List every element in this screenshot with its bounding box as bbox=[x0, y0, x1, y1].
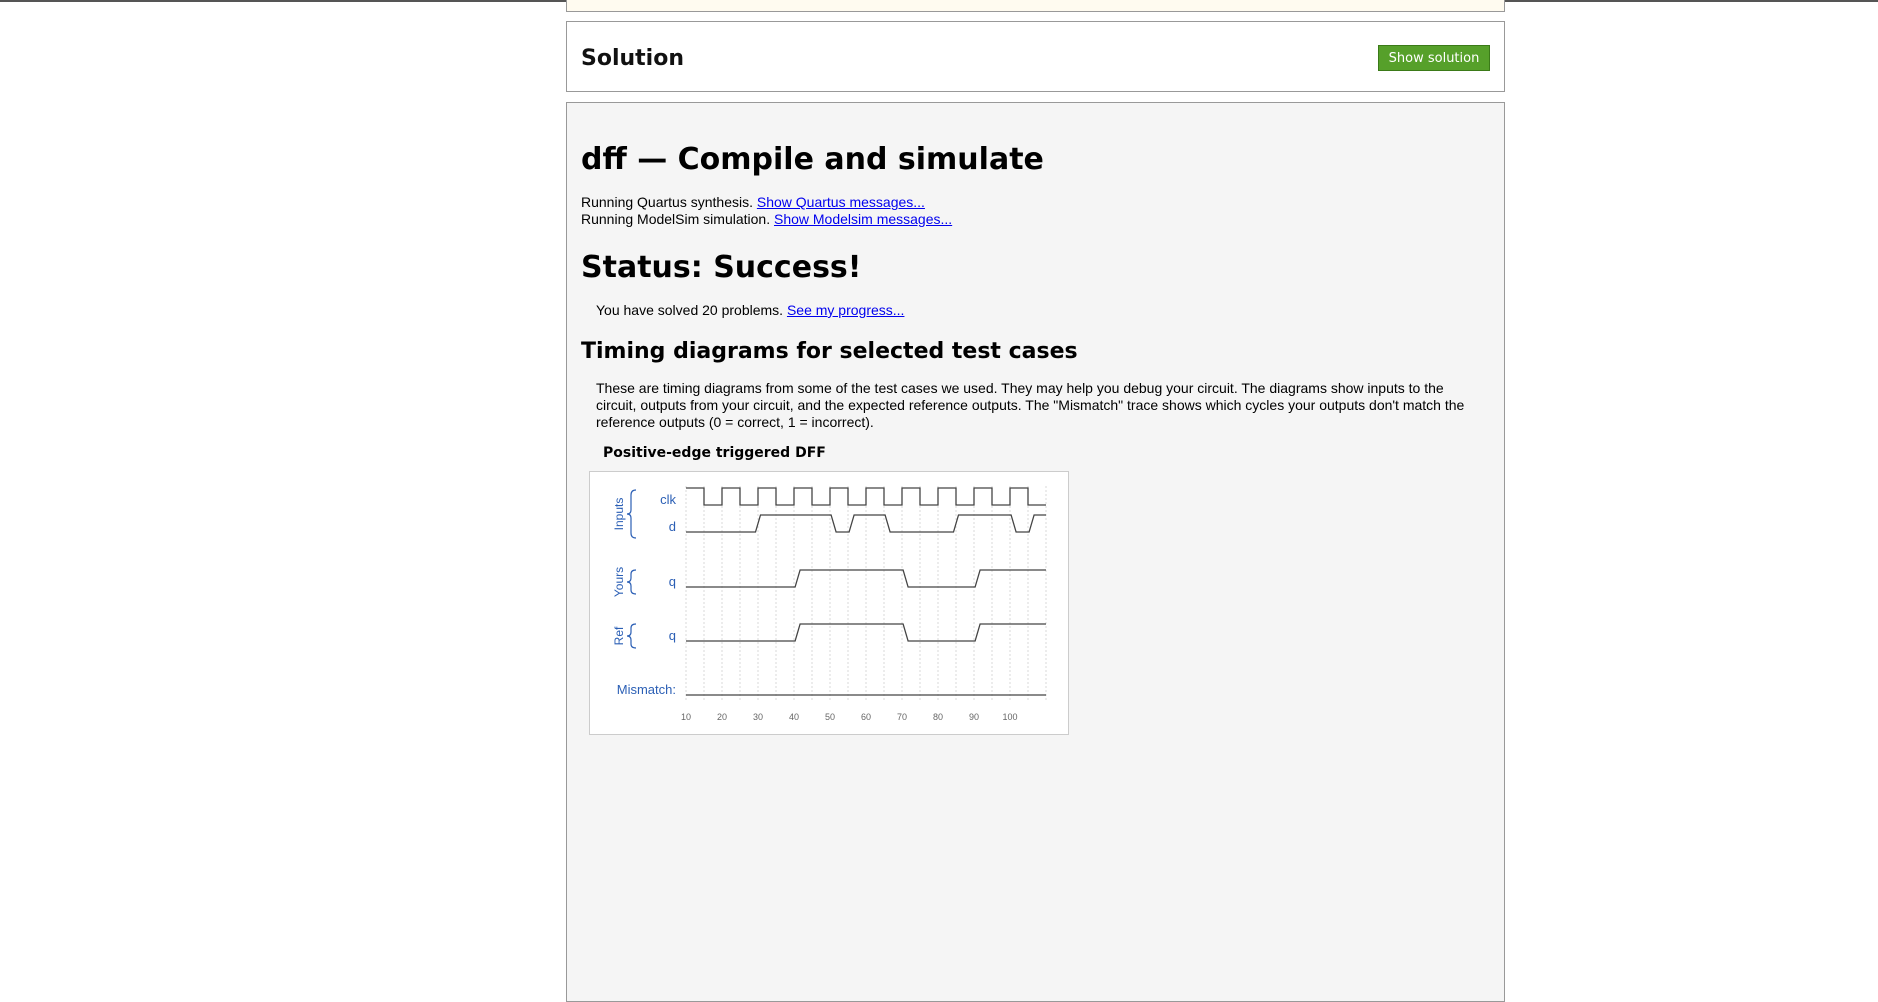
quartus-line: Running Quartus synthesis. Show Quartus … bbox=[581, 194, 925, 210]
tick-label: 60 bbox=[861, 712, 871, 722]
group-yours: Yours q bbox=[612, 567, 676, 597]
bracket-ref bbox=[626, 623, 637, 649]
solution-title: Solution bbox=[581, 46, 684, 71]
waveform-clk bbox=[686, 487, 1046, 506]
bracket-yours bbox=[626, 569, 637, 595]
modelsim-messages-link[interactable]: Show Modelsim messages... bbox=[774, 211, 952, 227]
tick-label: 90 bbox=[969, 712, 979, 722]
progress-link[interactable]: See my progress... bbox=[787, 302, 905, 318]
group-ref: Ref q bbox=[612, 623, 676, 649]
signal-label-d: d bbox=[669, 519, 676, 534]
group-label-yours: Yours bbox=[612, 567, 626, 597]
quartus-messages-link[interactable]: Show Quartus messages... bbox=[757, 194, 925, 210]
previous-panel bbox=[566, 0, 1505, 12]
signal-label-clk: clk bbox=[660, 492, 676, 507]
quartus-text: Running Quartus synthesis. bbox=[581, 194, 753, 210]
diagram-gridlines bbox=[685, 486, 1047, 702]
group-label-inputs: Inputs bbox=[612, 498, 626, 531]
signal-label-ref-q: q bbox=[669, 628, 676, 643]
tick-label: 20 bbox=[717, 712, 727, 722]
timing-diagram: Inputs clk d Yours q Ref q Mismatch: 10 2… bbox=[589, 471, 1069, 735]
group-label-ref: Ref bbox=[612, 626, 626, 645]
tick-label: 50 bbox=[825, 712, 835, 722]
bracket-inputs bbox=[626, 489, 637, 539]
simulation-title: dff — Compile and simulate bbox=[581, 142, 1044, 177]
tick-label: 80 bbox=[933, 712, 943, 722]
mismatch-label: Mismatch: bbox=[617, 682, 676, 697]
show-solution-button[interactable]: Show solution bbox=[1378, 45, 1490, 71]
timing-heading: Timing diagrams for selected test cases bbox=[581, 339, 1078, 364]
modelsim-text: Running ModelSim simulation. bbox=[581, 211, 771, 227]
time-axis: 10 20 30 40 50 60 70 80 90 100 bbox=[681, 712, 1018, 722]
progress-line: You have solved 20 problems. See my prog… bbox=[596, 302, 904, 318]
tick-label: 70 bbox=[897, 712, 907, 722]
modelsim-line: Running ModelSim simulation. Show Models… bbox=[581, 211, 952, 227]
progress-text: You have solved 20 problems. bbox=[596, 302, 784, 318]
diagram-title: Positive-edge triggered DFF bbox=[603, 445, 826, 461]
simulation-panel: dff — Compile and simulate Running Quart… bbox=[566, 102, 1505, 1002]
tick-label: 40 bbox=[789, 712, 799, 722]
tick-label: 10 bbox=[681, 712, 691, 722]
solution-panel: Solution Show solution bbox=[566, 21, 1505, 92]
timing-diagram-svg: Inputs clk d Yours q Ref q Mismatch: 10 2… bbox=[612, 486, 1047, 722]
tick-label: 100 bbox=[1002, 712, 1017, 722]
group-inputs: Inputs clk d bbox=[612, 489, 676, 539]
status-heading: Status: Success! bbox=[581, 250, 862, 285]
timing-description: These are timing diagrams from some of t… bbox=[596, 380, 1465, 430]
tick-label: 30 bbox=[753, 712, 763, 722]
signal-label-yours-q: q bbox=[669, 574, 676, 589]
